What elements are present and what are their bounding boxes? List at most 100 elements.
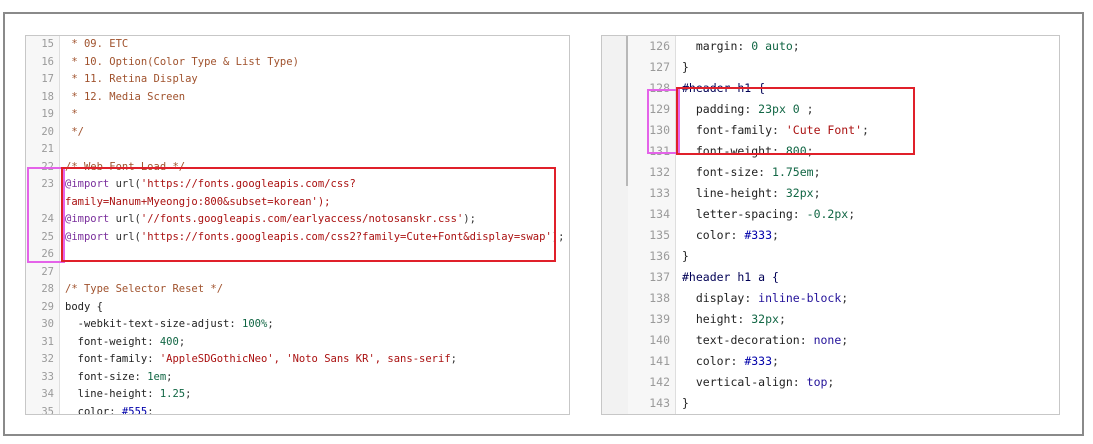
- code-line: 127}: [628, 57, 1059, 78]
- line-text: color: #555;: [60, 404, 154, 415]
- line-number: 20: [26, 123, 60, 141]
- line-text: vertical-align: top;: [682, 375, 835, 389]
- line-text: #header h1 {: [682, 81, 766, 95]
- code-line: 141 color: #333;: [628, 351, 1059, 372]
- css-value: #555: [121, 405, 148, 415]
- code-line: 23 @import url('https://fonts.googleapis.…: [26, 176, 569, 194]
- line-text: /* Web Font Load */: [65, 160, 186, 173]
- line-number: 33: [26, 368, 60, 386]
- line-number: 22: [26, 158, 60, 176]
- code-line: 135 color: #333;: [628, 225, 1059, 246]
- css-value: none: [813, 333, 842, 347]
- code-line: 34 line-height: 1.25;: [26, 386, 569, 404]
- code-line: 29 body {: [26, 298, 569, 316]
- line-text: *: [65, 108, 78, 120]
- line-number: 15: [26, 36, 60, 54]
- code-line: 27: [26, 263, 569, 281]
- line-text: font-weight: 400;: [65, 335, 186, 348]
- line-number: 18: [26, 88, 60, 106]
- line-text: font-size: 1.75em;: [682, 165, 821, 179]
- line-number: 130: [628, 120, 676, 141]
- line-number: 30: [26, 316, 60, 334]
- css-property: display: [682, 291, 745, 305]
- line-text: color: #333;: [682, 228, 779, 242]
- line-text: /* Type Selector Reset */: [65, 283, 224, 295]
- scrollbar-track[interactable]: [602, 36, 628, 414]
- line-text: body {: [65, 300, 103, 313]
- line-number: 136: [628, 246, 676, 267]
- line-text: #header h1 a {: [682, 270, 779, 284]
- line-text: * 10. Option(Color Type & List Type): [65, 55, 299, 68]
- css-value: inline-block: [758, 291, 842, 305]
- code-line: 139 height: 32px;: [628, 309, 1059, 330]
- right-code-lines: 126 margin: 0 auto; 127} 128 #header h1 {12…: [628, 36, 1059, 414]
- css-property: padding: [682, 102, 745, 116]
- code-line: 20 */: [26, 123, 569, 141]
- css-property: font-size: [682, 165, 759, 179]
- line-text: height: 32px;: [682, 312, 786, 326]
- css-property: margin: [682, 39, 738, 53]
- code-line: 128 #header h1 {: [628, 78, 1059, 99]
- line-number: 32: [26, 351, 60, 369]
- line-number: 17: [26, 71, 60, 89]
- line-number: 19: [26, 106, 60, 124]
- code-line: 35 color: #555;: [26, 403, 569, 415]
- statement-tail: );: [551, 230, 565, 243]
- css-value: 0 auto: [751, 39, 793, 53]
- code-line: 134 letter-spacing: -0.2px;: [628, 204, 1059, 225]
- code-line: 15 * 09. ETC: [26, 36, 569, 54]
- code-line: 130 font-family: 'Cute Font';: [628, 120, 1059, 141]
- line-text: }: [682, 249, 689, 263]
- line-text: [60, 141, 65, 159]
- code-line: 19 *: [26, 106, 569, 124]
- css-value: #333: [744, 354, 773, 368]
- line-number: 141: [628, 351, 676, 372]
- line-number: 31: [26, 333, 60, 351]
- css-property: font-family: [682, 123, 773, 137]
- code-line: 142 vertical-align: top;: [628, 372, 1059, 393]
- line-text: letter-spacing: -0.2px;: [682, 207, 856, 221]
- line-number: 28: [26, 281, 60, 299]
- css-property: vertical-align: [682, 375, 793, 389]
- line-text: * 09. ETC: [65, 38, 129, 50]
- line-text: color: #333;: [682, 354, 779, 368]
- line-text: @import url('https://fonts.googleapis.co…: [60, 176, 356, 194]
- line-text: font-weight: 800;: [682, 144, 814, 158]
- line-text: */: [65, 125, 84, 138]
- code-line: 32 font-family: 'AppleSDGothicNeo', 'Not…: [26, 351, 569, 369]
- code-line: 25 @import url('https://fonts.googleapis.…: [26, 228, 569, 246]
- code-line: 137 #header h1 a {: [628, 267, 1059, 288]
- string-literal: 'https://fonts.googleapis.com/css2?famil…: [140, 230, 552, 243]
- line-number: 16: [26, 53, 60, 71]
- css-value: 23px 0: [758, 102, 807, 116]
- line-text: family=Nanum+Myeongjo:800&subset=korean'…: [65, 195, 331, 208]
- line-number: 24: [26, 211, 60, 229]
- at-rule: @import: [65, 213, 110, 225]
- line-text: margin: 0 auto;: [682, 39, 800, 53]
- css-value: top: [806, 375, 828, 389]
- css-value: 1.25: [159, 388, 186, 400]
- line-number: 138: [628, 288, 676, 309]
- line-text: }: [682, 396, 689, 410]
- css-property: font-weight: [65, 335, 148, 348]
- line-number: 137: [628, 267, 676, 288]
- line-number: 23: [26, 176, 60, 194]
- string-literal: '//fonts.googleapis.com/earlyaccess/noto…: [140, 213, 464, 225]
- code-line: 33 font-size: 1em;: [26, 368, 569, 386]
- css-value: 'Cute Font': [785, 123, 863, 137]
- css-property: color: [682, 228, 731, 242]
- line-number: 142: [628, 372, 676, 393]
- line-number: 34: [26, 386, 60, 404]
- code-line: 136}: [628, 246, 1059, 267]
- css-value: #333: [744, 228, 773, 242]
- line-text: * 12. Media Screen: [65, 90, 186, 103]
- line-number: 21: [26, 141, 60, 159]
- code-line: 133 line-height: 32px;: [628, 183, 1059, 204]
- line-number: 27: [26, 263, 60, 281]
- line-number: 26: [26, 246, 60, 264]
- css-property: color: [682, 354, 731, 368]
- screenshot-frame: 15 * 09. ETC 16 * 10. Option(Color Type &…: [3, 12, 1084, 436]
- at-rule: @import: [65, 178, 110, 190]
- code-line: 26: [26, 246, 569, 264]
- statement-tail: );: [463, 213, 476, 225]
